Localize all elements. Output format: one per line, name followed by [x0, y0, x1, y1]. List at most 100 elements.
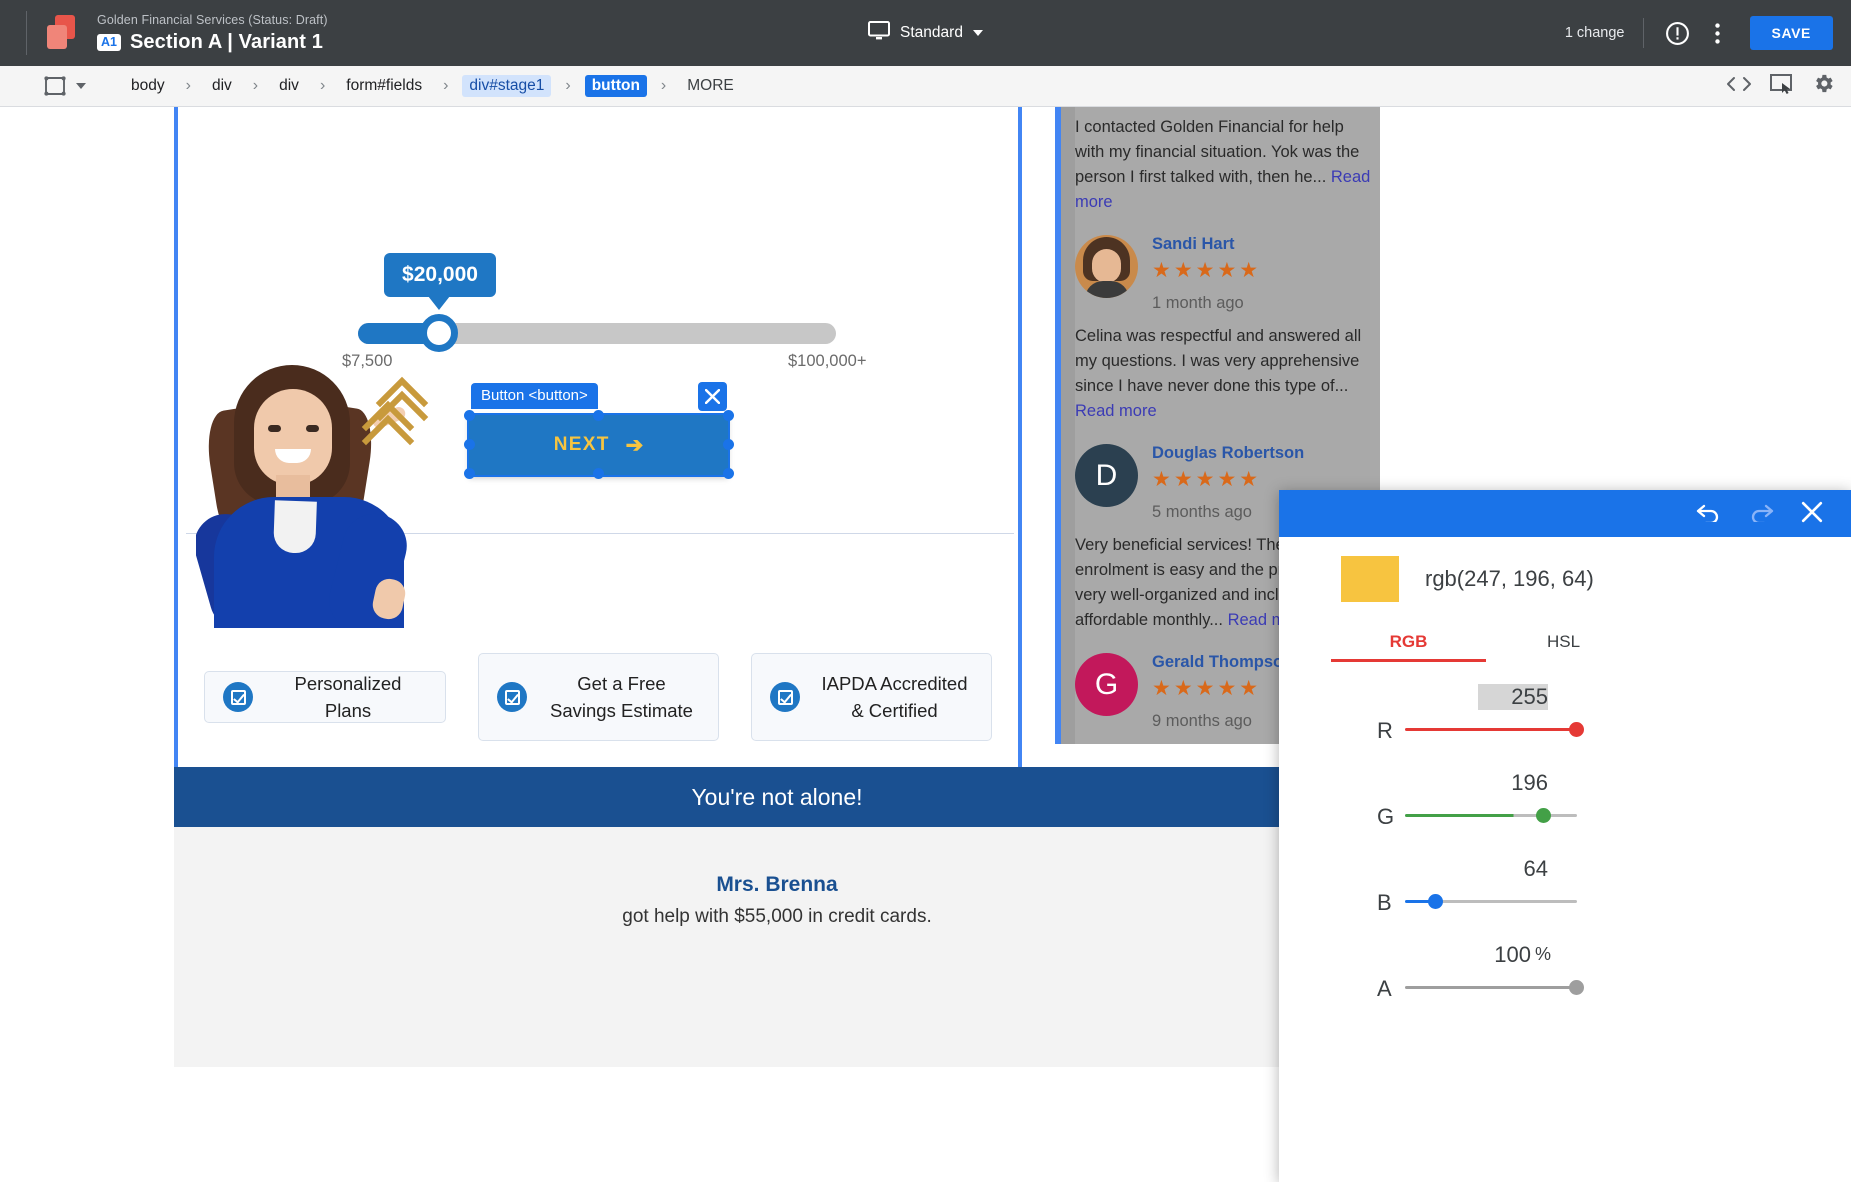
- next-button-label: NEXT: [553, 434, 610, 455]
- benefit-card-0[interactable]: Personalized Plans: [204, 671, 446, 723]
- channel-thumb-b[interactable]: [1428, 894, 1443, 909]
- slider-value-label: $20,000: [402, 263, 478, 286]
- breadcrumb-item-3[interactable]: form#fields: [339, 75, 429, 97]
- star-rating-icon: ★★★★★: [1152, 259, 1262, 282]
- channel-label-a: A: [1377, 976, 1392, 1001]
- benefit-label-2: IAPDA Accredited & Certified: [821, 673, 968, 721]
- channel-value-a[interactable]: 100: [1461, 942, 1531, 968]
- close-icon[interactable]: [698, 382, 727, 411]
- avatar: D: [1075, 444, 1138, 507]
- resize-handle-middle-left[interactable]: [464, 439, 475, 450]
- channel-thumb-a[interactable]: [1569, 980, 1584, 995]
- arrow-right-icon: ➔: [625, 433, 644, 457]
- benefit-card-1[interactable]: Get a Free Savings Estimate: [478, 653, 719, 741]
- testimonial-block: Mrs. Brenna got help with $55,000 in cre…: [174, 827, 1380, 1067]
- breadcrumb-item-2[interactable]: div: [272, 75, 306, 97]
- channel-track-r[interactable]: [1405, 728, 1577, 731]
- selection-frame-icon: [44, 76, 66, 96]
- close-icon[interactable]: [1801, 501, 1823, 527]
- photo-face: [254, 389, 332, 485]
- reviewer-name[interactable]: Douglas Robertson: [1152, 444, 1372, 463]
- optimize-visual-editor: Golden Financial Services (Status: Draft…: [0, 0, 1851, 1182]
- resize-handle-bottom-center[interactable]: [593, 468, 604, 479]
- gear-icon[interactable]: [1812, 72, 1835, 100]
- channel-track-g[interactable]: [1405, 814, 1577, 817]
- reviews-gutter: [1061, 107, 1075, 744]
- color-picker-header: [1279, 490, 1851, 537]
- chevron-down-icon: [972, 30, 983, 36]
- app-logo: [45, 15, 81, 51]
- info-circle-icon[interactable]: [1658, 13, 1698, 53]
- resize-handle-bottom-left[interactable]: [464, 468, 475, 479]
- resize-handle-middle-right[interactable]: [723, 439, 734, 450]
- bubble-pointer: [428, 296, 450, 310]
- not-alone-banner: You're not alone!: [174, 767, 1380, 827]
- avatar: G: [1075, 653, 1138, 716]
- color-picker-panel[interactable]: rgb(247, 196, 64) RGB HSL R 255 G 196 B …: [1279, 490, 1851, 1182]
- channel-label-r: R: [1377, 718, 1393, 743]
- top-bar-left: Golden Financial Services (Status: Draft…: [0, 0, 328, 66]
- avatar: [1075, 235, 1138, 298]
- more-vert-icon[interactable]: [1698, 13, 1738, 53]
- code-brackets-icon[interactable]: [1726, 76, 1752, 97]
- tab-rgb[interactable]: RGB: [1331, 622, 1486, 662]
- breadcrumb-item-6[interactable]: MORE: [680, 75, 741, 97]
- reviewer-name[interactable]: Sandi Hart: [1152, 235, 1372, 254]
- channel-track-a[interactable]: [1405, 986, 1577, 989]
- benefit-card-2[interactable]: IAPDA Accredited & Certified: [751, 653, 992, 741]
- breadcrumb-right-tools: [1726, 72, 1835, 100]
- breadcrumb-separator: ›: [252, 77, 259, 94]
- photo-inner-top: [273, 500, 317, 554]
- breadcrumb-item-5[interactable]: button: [584, 75, 647, 97]
- channel-value-g[interactable]: 196: [1478, 770, 1548, 796]
- review-partial-text: I contacted Golden Financial for help wi…: [1075, 118, 1360, 186]
- amount-slider-thumb[interactable]: [420, 314, 458, 352]
- page-title: Section A | Variant 1: [129, 31, 323, 53]
- resize-handle-top-center[interactable]: [593, 410, 604, 421]
- benefit-cards: Personalized Plans Get a Free Savings Es…: [186, 640, 1010, 770]
- checkbox-checked-icon: [497, 682, 527, 712]
- next-button[interactable]: NEXT ➔: [469, 415, 728, 475]
- avatar-body: [1085, 281, 1129, 298]
- save-button[interactable]: SAVE: [1749, 16, 1833, 50]
- top-bar-right: 1 change SAVE: [1565, 0, 1851, 66]
- color-swatch-row: rgb(247, 196, 64): [1323, 537, 1851, 602]
- tab-hsl[interactable]: HSL: [1486, 622, 1641, 662]
- device-label: Standard: [900, 24, 963, 41]
- star-rating-icon: ★★★★★: [1152, 468, 1262, 491]
- breadcrumb: body › div › div › form#fields › div#sta…: [124, 75, 741, 97]
- breadcrumb-item-1[interactable]: div: [205, 75, 239, 97]
- redo-icon[interactable]: [1748, 502, 1775, 526]
- channel-value-b[interactable]: 64: [1478, 856, 1548, 882]
- color-picker-body: rgb(247, 196, 64) RGB HSL R 255 G 196 B …: [1323, 537, 1851, 1182]
- breadcrumb-item-4[interactable]: div#stage1: [462, 75, 552, 97]
- element-select-tool[interactable]: [44, 76, 86, 96]
- change-count-label: 1 change: [1564, 25, 1625, 41]
- variant-badge: A1: [97, 34, 121, 51]
- select-element-icon[interactable]: [1770, 73, 1794, 99]
- device-selector[interactable]: Standard: [868, 21, 983, 45]
- rgb-value-label: rgb(247, 196, 64): [1425, 566, 1594, 591]
- breadcrumb-bar: body › div › div › form#fields › div#sta…: [0, 66, 1851, 107]
- channel-row-b: B 64: [1333, 856, 1851, 942]
- channel-row-g: G 196: [1333, 770, 1851, 856]
- gold-chevrons-decoration: [358, 375, 429, 446]
- resize-handle-top-left[interactable]: [464, 410, 475, 421]
- chevron-down-icon: [76, 83, 86, 89]
- toolbar-separator: [1642, 18, 1644, 48]
- channel-thumb-r[interactable]: [1569, 722, 1584, 737]
- read-more-link[interactable]: Read more: [1075, 402, 1157, 420]
- slider-value-bubble: $20,000: [384, 253, 496, 297]
- resize-handle-top-right[interactable]: [723, 410, 734, 421]
- breadcrumb-item-0[interactable]: body: [124, 75, 172, 97]
- current-color-swatch[interactable]: [1341, 556, 1399, 602]
- channel-thumb-g[interactable]: [1536, 808, 1551, 823]
- channel-row-a: A 100 %: [1333, 942, 1851, 1028]
- channel-value-r[interactable]: 255: [1478, 684, 1548, 710]
- resize-handle-bottom-right[interactable]: [723, 468, 734, 479]
- photo-eye-right: [306, 425, 319, 432]
- active-tab-indicator: [1331, 659, 1486, 662]
- title-block: Golden Financial Services (Status: Draft…: [97, 12, 328, 54]
- undo-icon[interactable]: [1695, 502, 1722, 526]
- review-text: Celina was respectful and answered all m…: [1075, 327, 1362, 395]
